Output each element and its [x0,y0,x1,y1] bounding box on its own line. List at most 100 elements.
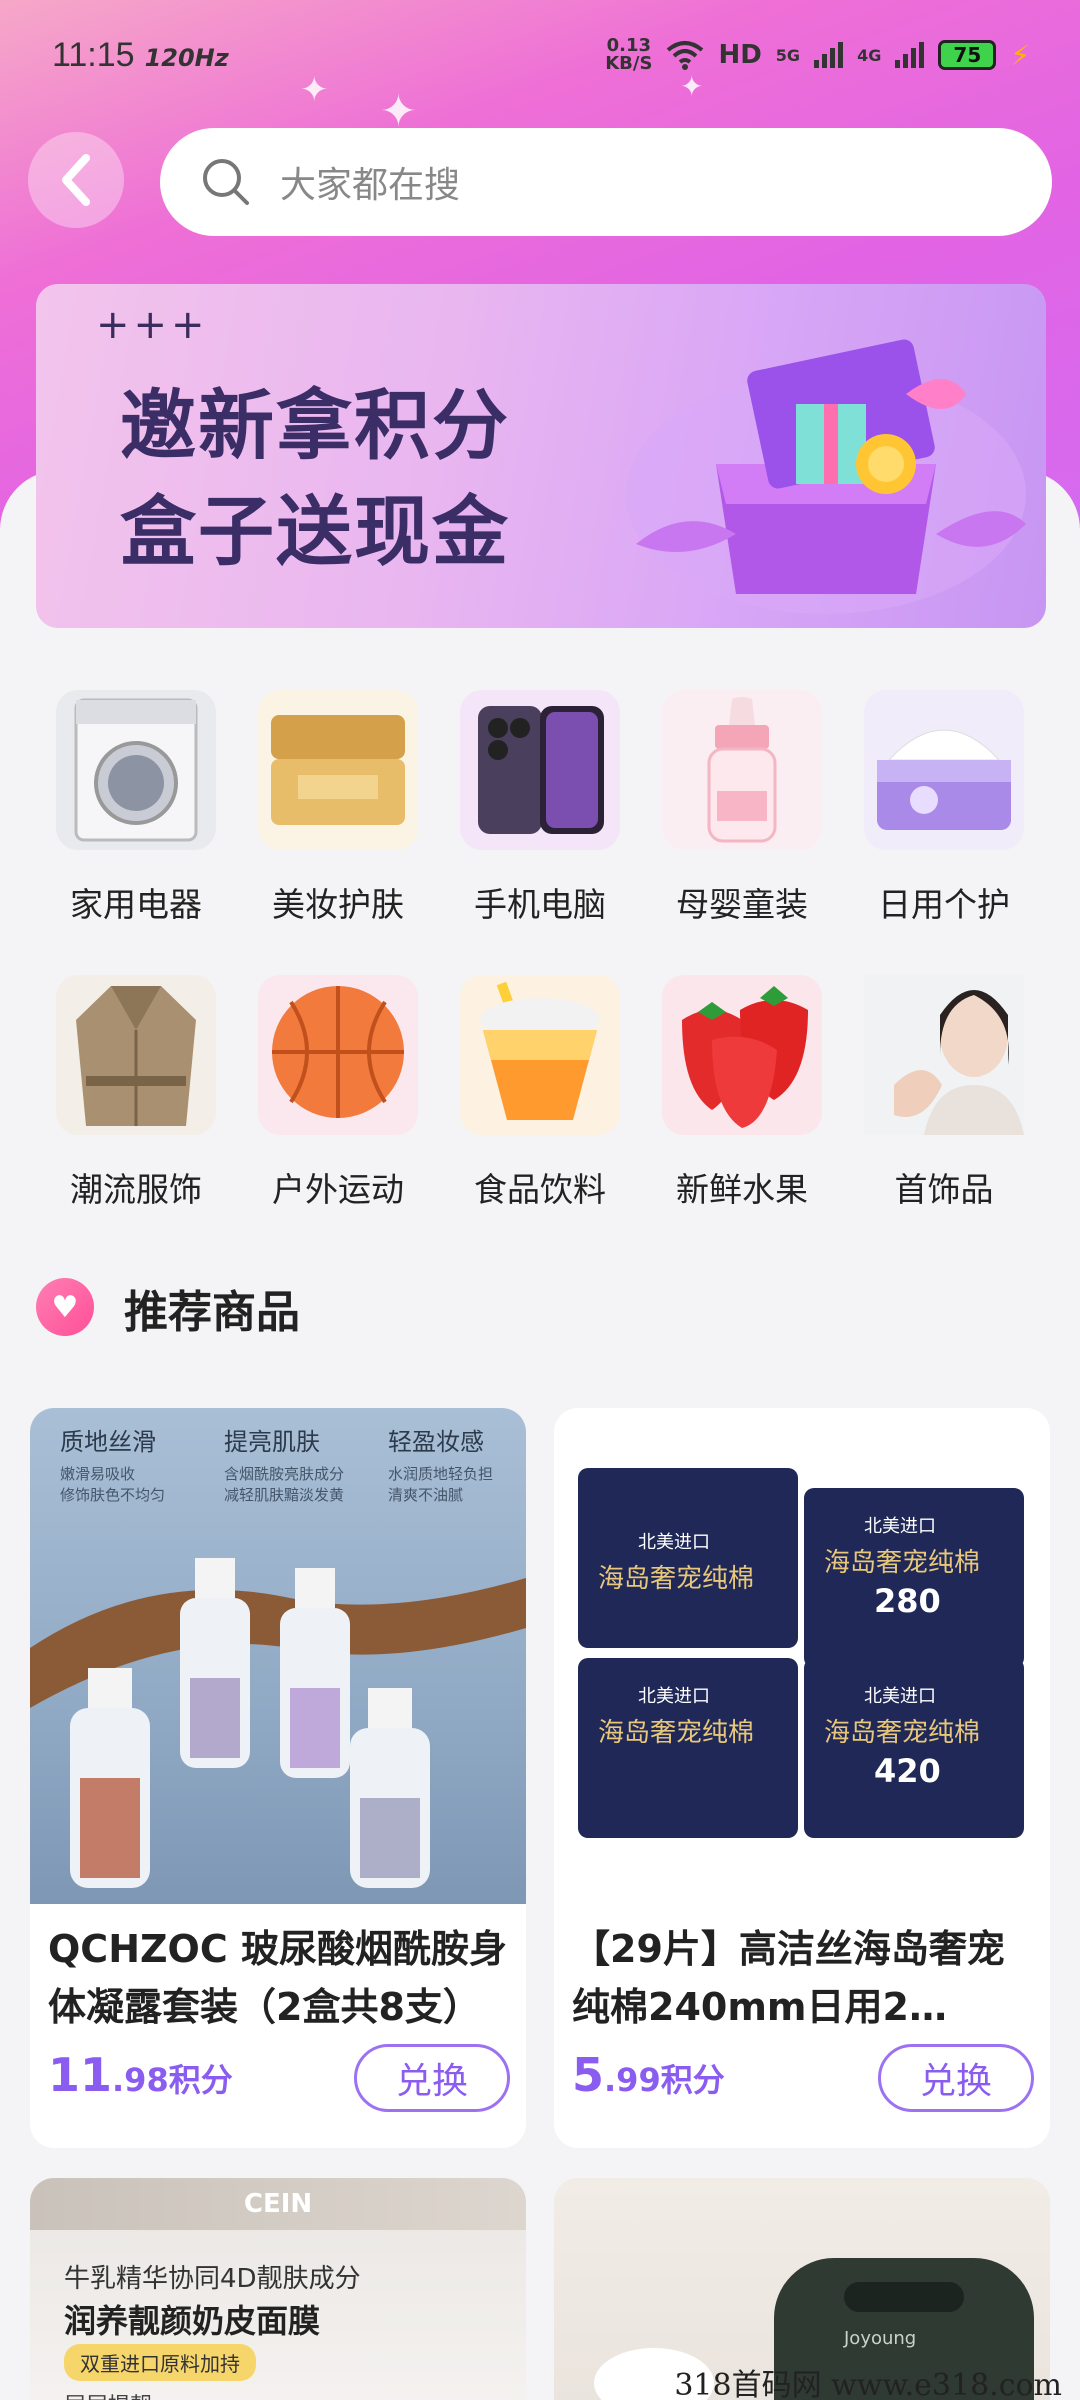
category-label: 首饰品 [894,1170,994,1209]
price-decimal: .98积分 [112,2061,233,2099]
wifi-icon [667,41,704,70]
image-tag: 轻盈妆感 水润质地轻负担 清爽不油腻 [388,1422,518,1505]
cream-jar-icon [258,690,418,850]
category-fruit[interactable]: 新鲜水果 [642,975,842,1211]
price-decimal: .99积分 [604,2061,725,2099]
category-label: 手机电脑 [474,885,606,924]
promo-banner[interactable]: +++ 邀新拿积分 盒子送现金 [36,284,1046,628]
pad-package: 海岛奢宠纯棉 北美进口 [578,1468,798,1648]
image-tag: 质地丝滑 嫩滑易吸收 修饰肤色不均匀 [60,1422,190,1505]
network-speed: 0.13 KB/S [605,37,652,73]
product-card[interactable]: 质地丝滑 嫩滑易吸收 修饰肤色不均匀 提亮肌肤 含烟酰胺亮肤成分 减轻肌肤黯淡发… [30,1408,526,2148]
pad-package: 北美进口 海岛奢宠纯棉 [578,1658,798,1838]
category-label: 家用电器 [70,885,202,924]
back-button[interactable] [28,132,124,228]
brand-label: CEIN [30,2178,526,2230]
baby-bottle-icon [662,690,822,850]
package-text: 海岛奢宠纯棉 [598,1718,755,1748]
product-price: 11.98积分 [48,2048,233,2102]
product-image-tags: 质地丝滑 嫩滑易吸收 修饰肤色不均匀 提亮肌肤 含烟酰胺亮肤成分 减轻肌肤黯淡发… [60,1422,518,1505]
category-label: 母婴童装 [676,885,808,924]
charging-icon: ⚡ [1010,38,1030,72]
exchange-button[interactable]: 兑换 [354,2044,510,2112]
clock: 11:15 [52,35,135,74]
banner-title-line2: 盒子送现金 [120,487,510,576]
category-label: 美妆护肤 [272,885,404,924]
image-tag-title: 轻盈妆感 [388,1428,484,1456]
package-text: 北美进口 [638,1532,710,1553]
card-image-text: 润养靓颜奶皮面膜 [64,2302,321,2340]
category-label: 户外运动 [272,1170,404,1209]
banner-title-line1: 邀新拿积分 [120,381,510,470]
product-card[interactable]: CEIN 牛乳精华协同4D靓肤成分 润养靓颜奶皮面膜 双重进口原料加持 层层提靓 [30,2178,526,2400]
brand-label: Joyoung [844,2328,917,2349]
washing-machine-icon [56,690,216,850]
category-jewelry[interactable]: 首饰品 [844,975,1044,1211]
category-label: 食品饮料 [474,1170,606,1209]
section-title: 推荐商品 [124,1287,300,1338]
category-fashion[interactable]: 潮流服饰 [36,975,236,1211]
product-title: 【29片】高洁丝海岛奢宠纯棉240mm日用2包/18… [572,1927,1005,2029]
refresh-rate: 120Hz [144,43,229,72]
image-tag-title: 提亮肌肤 [224,1428,320,1456]
phone-icon [460,690,620,850]
card-image-tag: 双重进口原料加持 [64,2344,256,2381]
product-price: 5.99积分 [572,2048,725,2102]
package-text: 海岛奢宠纯棉 [598,1564,755,1594]
card-image-text: 层层提靓 [64,2388,152,2400]
product-image: 质地丝滑 嫩滑易吸收 修饰肤色不均匀 提亮肌肤 含烟酰胺亮肤成分 减轻肌肤黯淡发… [30,1408,526,1904]
image-tag-title: 质地丝滑 [60,1428,156,1456]
status-bar: 11:15 120Hz 0.13 KB/S HD 5G 4G 75 ⚡ [0,0,1080,110]
price-integer: 11 [48,2048,113,2102]
exchange-button[interactable]: 兑换 [878,2044,1034,2112]
product-title: QCHZOC 玻尿酸烟酰胺身体凝露套装（2盒共8支） [48,1927,507,2029]
pad-package: 北美进口 海岛奢宠纯棉 280 [804,1488,1024,1668]
hd-indicator: HD [718,40,762,70]
tissue-box-icon [864,690,1024,850]
package-text: 北美进口 [864,1516,936,1537]
search-icon [203,159,249,205]
package-number: 280 [874,1582,941,1620]
category-food[interactable]: 食品饮料 [440,975,640,1211]
product-image: 海岛奢宠纯棉 北美进口 北美进口 海岛奢宠纯棉 280 北美进口 海岛奢宠纯棉 … [554,1408,1050,1904]
card-image-text: 牛乳精华协同4D靓肤成分 [64,2264,361,2294]
category-appliances[interactable]: 家用电器 [36,690,236,926]
price-integer: 5 [572,2048,605,2102]
banner-plus-decoration: +++ [96,302,209,348]
drink-cup-icon [460,975,620,1135]
category-digital[interactable]: 手机电脑 [440,690,640,926]
category-label: 潮流服饰 [70,1170,202,1209]
category-label: 日用个护 [878,885,1010,924]
strawberry-icon [662,975,822,1135]
package-text: 北美进口 [864,1686,936,1707]
battery-icon: 75 [938,40,997,70]
category-baby[interactable]: 母婴童装 [642,690,842,926]
package-text: 海岛奢宠纯棉 [824,1548,981,1578]
gift-box-icon [626,339,1026,614]
category-beauty[interactable]: 美妆护肤 [238,690,438,926]
pad-package: 北美进口 海岛奢宠纯棉 420 [804,1658,1024,1838]
search-placeholder: 大家都在搜 [280,165,461,206]
package-text: 北美进口 [638,1686,710,1707]
image-tag-sub: 嫩滑易吸收 修饰肤色不均匀 [60,1465,166,1504]
basketball-icon [258,975,418,1135]
image-tag-sub: 水润质地轻负担 清爽不油腻 [388,1465,494,1504]
image-tag-sub: 含烟酰胺亮肤成分 减轻肌肤黯淡发黄 [224,1465,345,1504]
network-type-4g: 4G [857,45,882,65]
package-number: 420 [874,1752,941,1790]
image-tag: 提亮肌肤 含烟酰胺亮肤成分 减轻肌肤黯淡发黄 [224,1422,354,1505]
watermark: 318首码网 www.e318.com [674,2368,1062,2400]
category-daily-care[interactable]: 日用个护 [844,690,1044,926]
lotion-bottles-icon [30,1558,526,1888]
heart-icon: ♥ [36,1278,94,1336]
network-speed-unit: KB/S [605,53,653,74]
signal-icon [895,42,925,68]
package-text: 海岛奢宠纯棉 [824,1718,981,1748]
product-card[interactable]: 海岛奢宠纯棉 北美进口 北美进口 海岛奢宠纯棉 280 北美进口 海岛奢宠纯棉 … [554,1408,1050,2148]
signal-icon [814,42,844,68]
search-input[interactable]: 大家都在搜 [160,128,1052,236]
jewelry-model-icon [864,975,1024,1135]
category-label: 新鲜水果 [676,1170,808,1209]
chevron-left-icon [62,154,90,206]
category-outdoor[interactable]: 户外运动 [238,975,438,1211]
